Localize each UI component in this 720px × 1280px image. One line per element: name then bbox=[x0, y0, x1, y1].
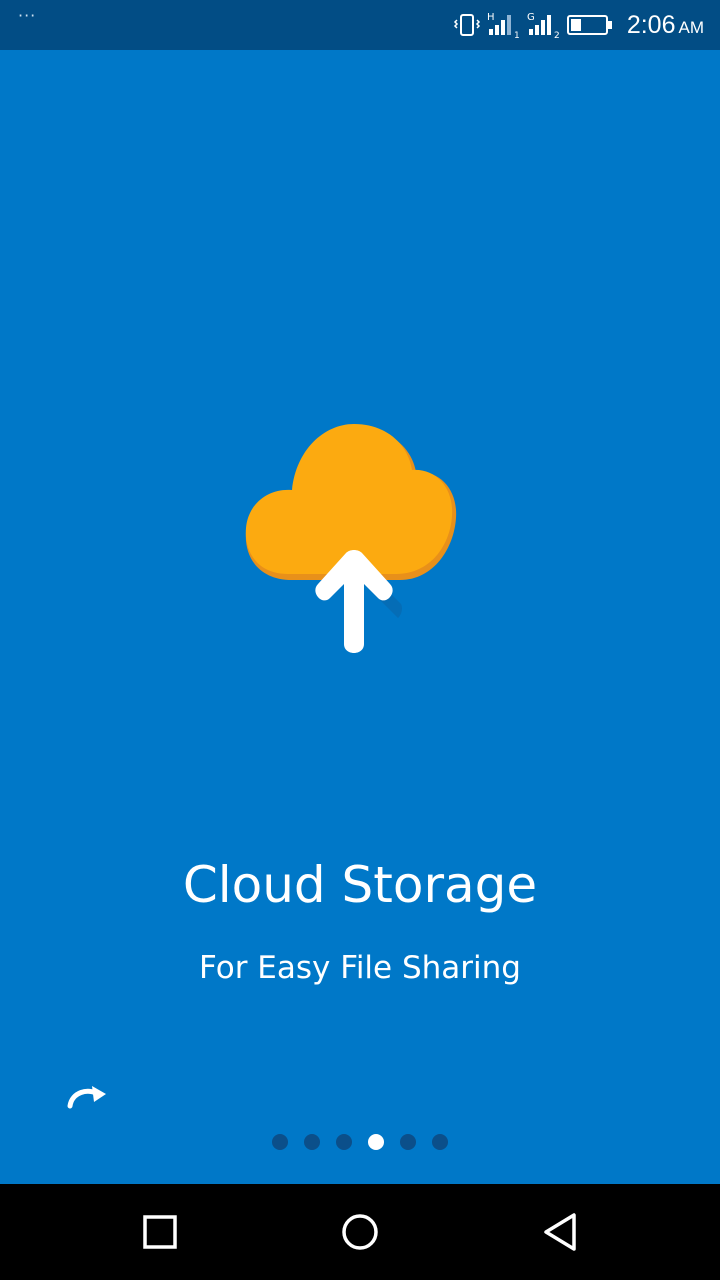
network-2-sim: 2 bbox=[554, 31, 560, 39]
page-dot[interactable] bbox=[272, 1134, 288, 1150]
cloud-upload-icon bbox=[245, 424, 457, 653]
clock-time: 2:06 bbox=[626, 10, 676, 39]
status-icons: H 1 G 2 2:06 AM bbox=[453, 0, 704, 50]
page-title: Cloud Storage bbox=[182, 856, 538, 914]
page-dot[interactable] bbox=[336, 1134, 352, 1150]
onboarding-page[interactable]: Cloud Storage For Easy File Sharing bbox=[0, 50, 720, 1184]
battery-icon bbox=[566, 15, 612, 35]
onboarding-screen: ··· H 1 G 2 2:06 AM Cloud Storage For Ea… bbox=[0, 0, 720, 1280]
page-dot[interactable] bbox=[432, 1134, 448, 1150]
status-bar: ··· H 1 G 2 2:06 AM bbox=[0, 0, 720, 50]
page-subtitle: For Easy File Sharing bbox=[199, 950, 521, 986]
circle-icon[interactable] bbox=[338, 1210, 382, 1254]
network-1-sim: 1 bbox=[514, 31, 520, 39]
network-1-label: H bbox=[487, 12, 495, 23]
redo-arrow-icon[interactable] bbox=[62, 1080, 112, 1110]
vibrate-icon bbox=[453, 14, 480, 36]
overflow-dots-icon: ··· bbox=[18, 6, 37, 25]
network-2-label: G bbox=[527, 12, 535, 23]
page-dot-active[interactable] bbox=[368, 1134, 384, 1150]
navigation-bar bbox=[0, 1184, 720, 1280]
triangle-back-icon[interactable] bbox=[538, 1210, 582, 1254]
page-dot[interactable] bbox=[400, 1134, 416, 1150]
clock: 2:06 AM bbox=[627, 11, 704, 40]
page-dot[interactable] bbox=[304, 1134, 320, 1150]
clock-ampm: AM bbox=[678, 17, 705, 37]
square-icon[interactable] bbox=[138, 1210, 182, 1254]
page-indicator bbox=[0, 1134, 720, 1150]
signal-sim2-icon: G 2 bbox=[527, 12, 560, 39]
signal-sim1-icon: H 1 bbox=[487, 12, 520, 39]
